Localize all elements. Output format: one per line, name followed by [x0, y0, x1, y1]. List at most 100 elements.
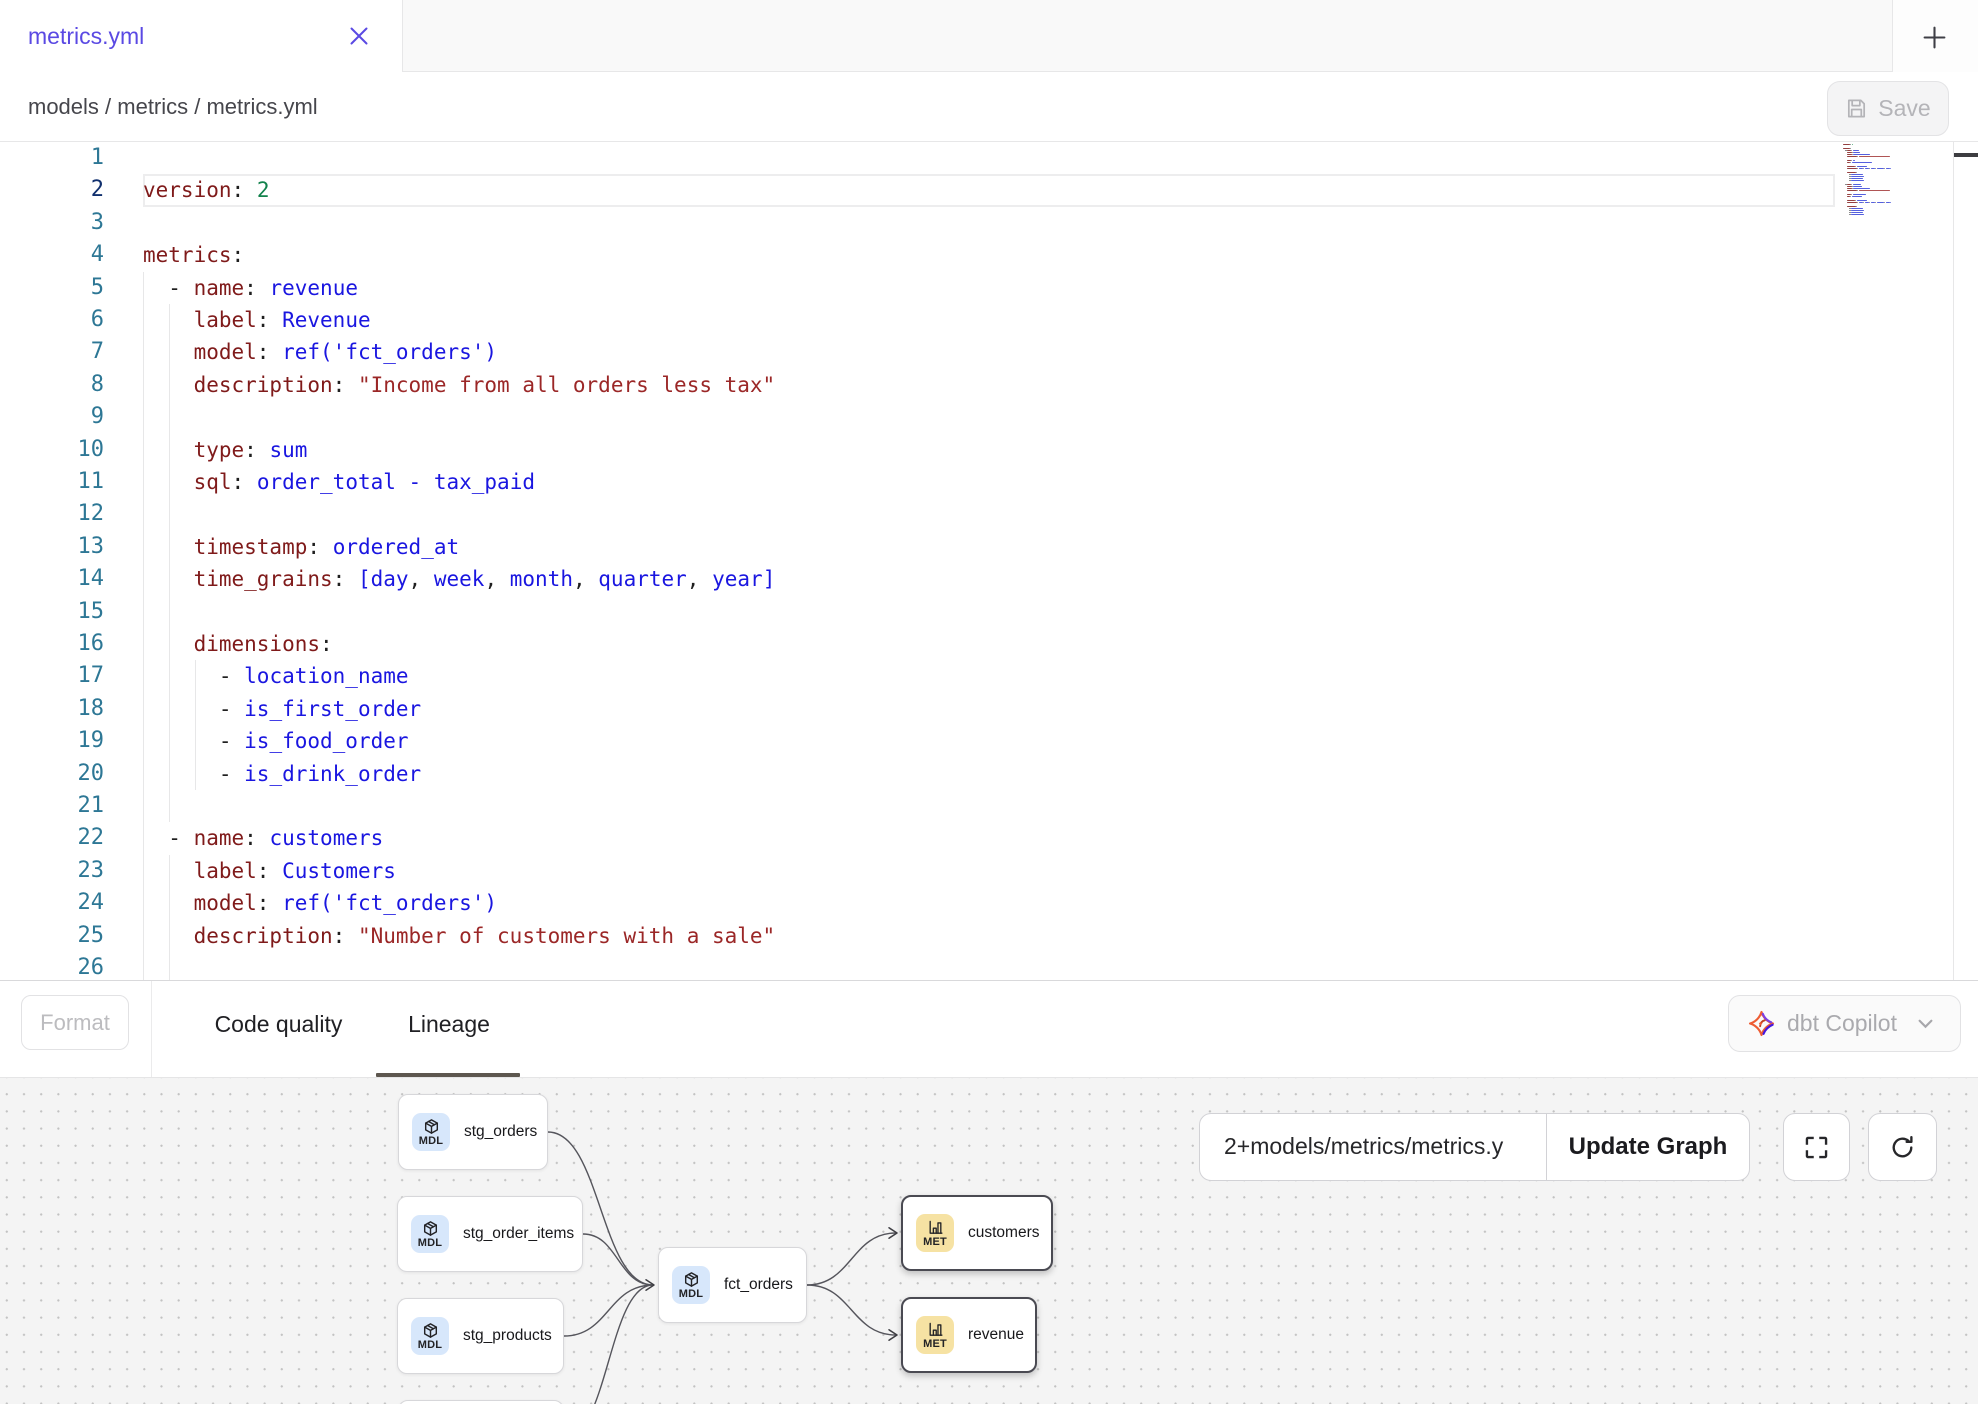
minimap-line: [1847, 152, 1852, 153]
minimap-line: [1852, 188, 1853, 189]
minimap-line: [1857, 190, 1858, 191]
lineage-node-stg_partial[interactable]: [398, 1400, 564, 1404]
minimap-line: [1851, 150, 1852, 151]
minimap-line: [1877, 168, 1884, 169]
line-number: 21: [0, 790, 104, 822]
line-number: 25: [0, 920, 104, 952]
model-cube-icon: [423, 1118, 440, 1135]
lineage-edge: [583, 1234, 653, 1285]
minimap-line: [1857, 202, 1858, 203]
minimap-line: [1853, 194, 1866, 195]
fullscreen-button[interactable]: [1783, 1113, 1850, 1181]
minimap-line: [1851, 178, 1863, 179]
lineage-graph-canvas[interactable]: MDLstg_ordersMDLstg_order_itemsMDLstg_pr…: [0, 1077, 1978, 1404]
node-label: stg_products: [463, 1327, 552, 1345]
code-line: model: ref('fct_orders'): [143, 887, 497, 919]
minimap-line: [1847, 156, 1857, 157]
line-number: 3: [0, 207, 104, 239]
line-number: 4: [0, 239, 104, 271]
minimap-line: [1856, 206, 1857, 207]
minimap-line: [1847, 168, 1857, 169]
node-type-chip: MET: [916, 1214, 954, 1252]
node-type-label: MDL: [418, 1238, 442, 1249]
minimap-line: [1886, 202, 1890, 203]
update-graph-button[interactable]: Update Graph: [1547, 1114, 1749, 1180]
node-type-label: MDL: [679, 1289, 703, 1300]
minimap-line: [1847, 166, 1856, 167]
minimap-line: [1851, 180, 1864, 181]
code-line: sql: order_total - tax_paid: [143, 466, 535, 498]
minimap-line: [1884, 168, 1885, 169]
minimap-line: [1847, 202, 1857, 203]
minimap-line: [1853, 186, 1862, 187]
save-button[interactable]: Save: [1827, 81, 1949, 136]
minimap-line: [1857, 166, 1867, 167]
minimap-line: [1884, 202, 1885, 203]
minimap-line: [1853, 152, 1860, 153]
code-editor[interactable]: 1234567891011121314151617181920212223242…: [0, 142, 1978, 980]
tab-code-quality[interactable]: Code quality: [210, 996, 347, 1052]
lineage-node-fct_orders[interactable]: MDL fct_orders: [658, 1247, 807, 1323]
node-type-chip: MDL: [411, 1317, 449, 1355]
minimap-line: [1847, 172, 1857, 173]
app: metrics.yml models / metrics / metrics.y…: [0, 0, 1978, 1404]
close-tab-icon[interactable]: [347, 24, 371, 48]
minimap-line: [1850, 148, 1851, 149]
dbt-copilot-button[interactable]: dbt Copilot: [1728, 995, 1961, 1052]
lineage-selector-group: 2+models/metrics/metrics.y Update Graph: [1199, 1113, 1750, 1181]
metric-chart-icon: [927, 1219, 944, 1236]
line-number: 6: [0, 304, 104, 336]
minimap-line: [1850, 162, 1851, 163]
minimap-line: [1857, 168, 1858, 169]
metric-chart-icon: [927, 1321, 944, 1338]
line-number: 26: [0, 952, 104, 980]
lineage-node-stg_order_items[interactable]: MDLstg_order_items: [397, 1196, 583, 1272]
indent-guide: [143, 401, 144, 433]
minimap-line: [1852, 152, 1853, 153]
minimap-line: [1847, 188, 1852, 189]
minimap-line: [1851, 208, 1863, 209]
minimap-line: [1869, 202, 1870, 203]
refresh-icon: [1889, 1134, 1916, 1161]
chevron-down-icon: [1918, 1019, 1933, 1029]
tab-strip-background: [402, 0, 1892, 72]
save-floppy-icon: [1845, 97, 1868, 120]
minimap-line: [1852, 186, 1853, 187]
lineage-node-revenue[interactable]: METrevenue: [901, 1297, 1037, 1373]
node-label: fct_orders: [724, 1276, 793, 1294]
minimap-line: [1853, 184, 1862, 185]
node-label: stg_orders: [464, 1123, 537, 1141]
code-line: version: 2: [143, 174, 269, 206]
minimap[interactable]: [1835, 142, 1953, 980]
indent-guide: [169, 498, 170, 530]
minimap-line: [1853, 154, 1869, 155]
line-number: 16: [0, 628, 104, 660]
node-type-label: MDL: [418, 1340, 442, 1351]
overview-ruler[interactable]: [1954, 142, 1978, 980]
lineage-edge: [807, 1233, 896, 1285]
minimap-line: [1859, 190, 1890, 191]
code-line: - is_drink_order: [143, 758, 421, 790]
minimap-line: [1852, 154, 1853, 155]
minimap-line: [1843, 144, 1850, 145]
line-number: 14: [0, 563, 104, 595]
code-line: label: Customers: [143, 855, 396, 887]
format-button[interactable]: Format: [21, 995, 129, 1050]
new-tab-plus-icon[interactable]: [1922, 25, 1947, 50]
lineage-edge: [807, 1285, 896, 1335]
lineage-node-stg_orders[interactable]: MDLstg_orders: [398, 1094, 548, 1170]
indent-guide: [143, 790, 144, 822]
lineage-node-stg_products[interactable]: MDL stg_products: [397, 1298, 564, 1374]
minimap-line: [1886, 168, 1890, 169]
lineage-selector-input[interactable]: 2+models/metrics/metrics.y: [1200, 1114, 1546, 1180]
tab-metrics-yml[interactable]: metrics.yml: [0, 0, 402, 72]
indent-guide: [143, 498, 144, 530]
node-type-chip: MDL: [672, 1266, 710, 1304]
minimap-line: [1859, 156, 1890, 157]
lineage-node-customers[interactable]: METcustomers: [901, 1195, 1053, 1271]
minimap-line: [1857, 156, 1858, 157]
minimap-line: [1847, 200, 1856, 201]
tab-lineage[interactable]: Lineage: [406, 996, 492, 1052]
minimap-line: [1853, 188, 1869, 189]
refresh-button[interactable]: [1868, 1113, 1937, 1181]
